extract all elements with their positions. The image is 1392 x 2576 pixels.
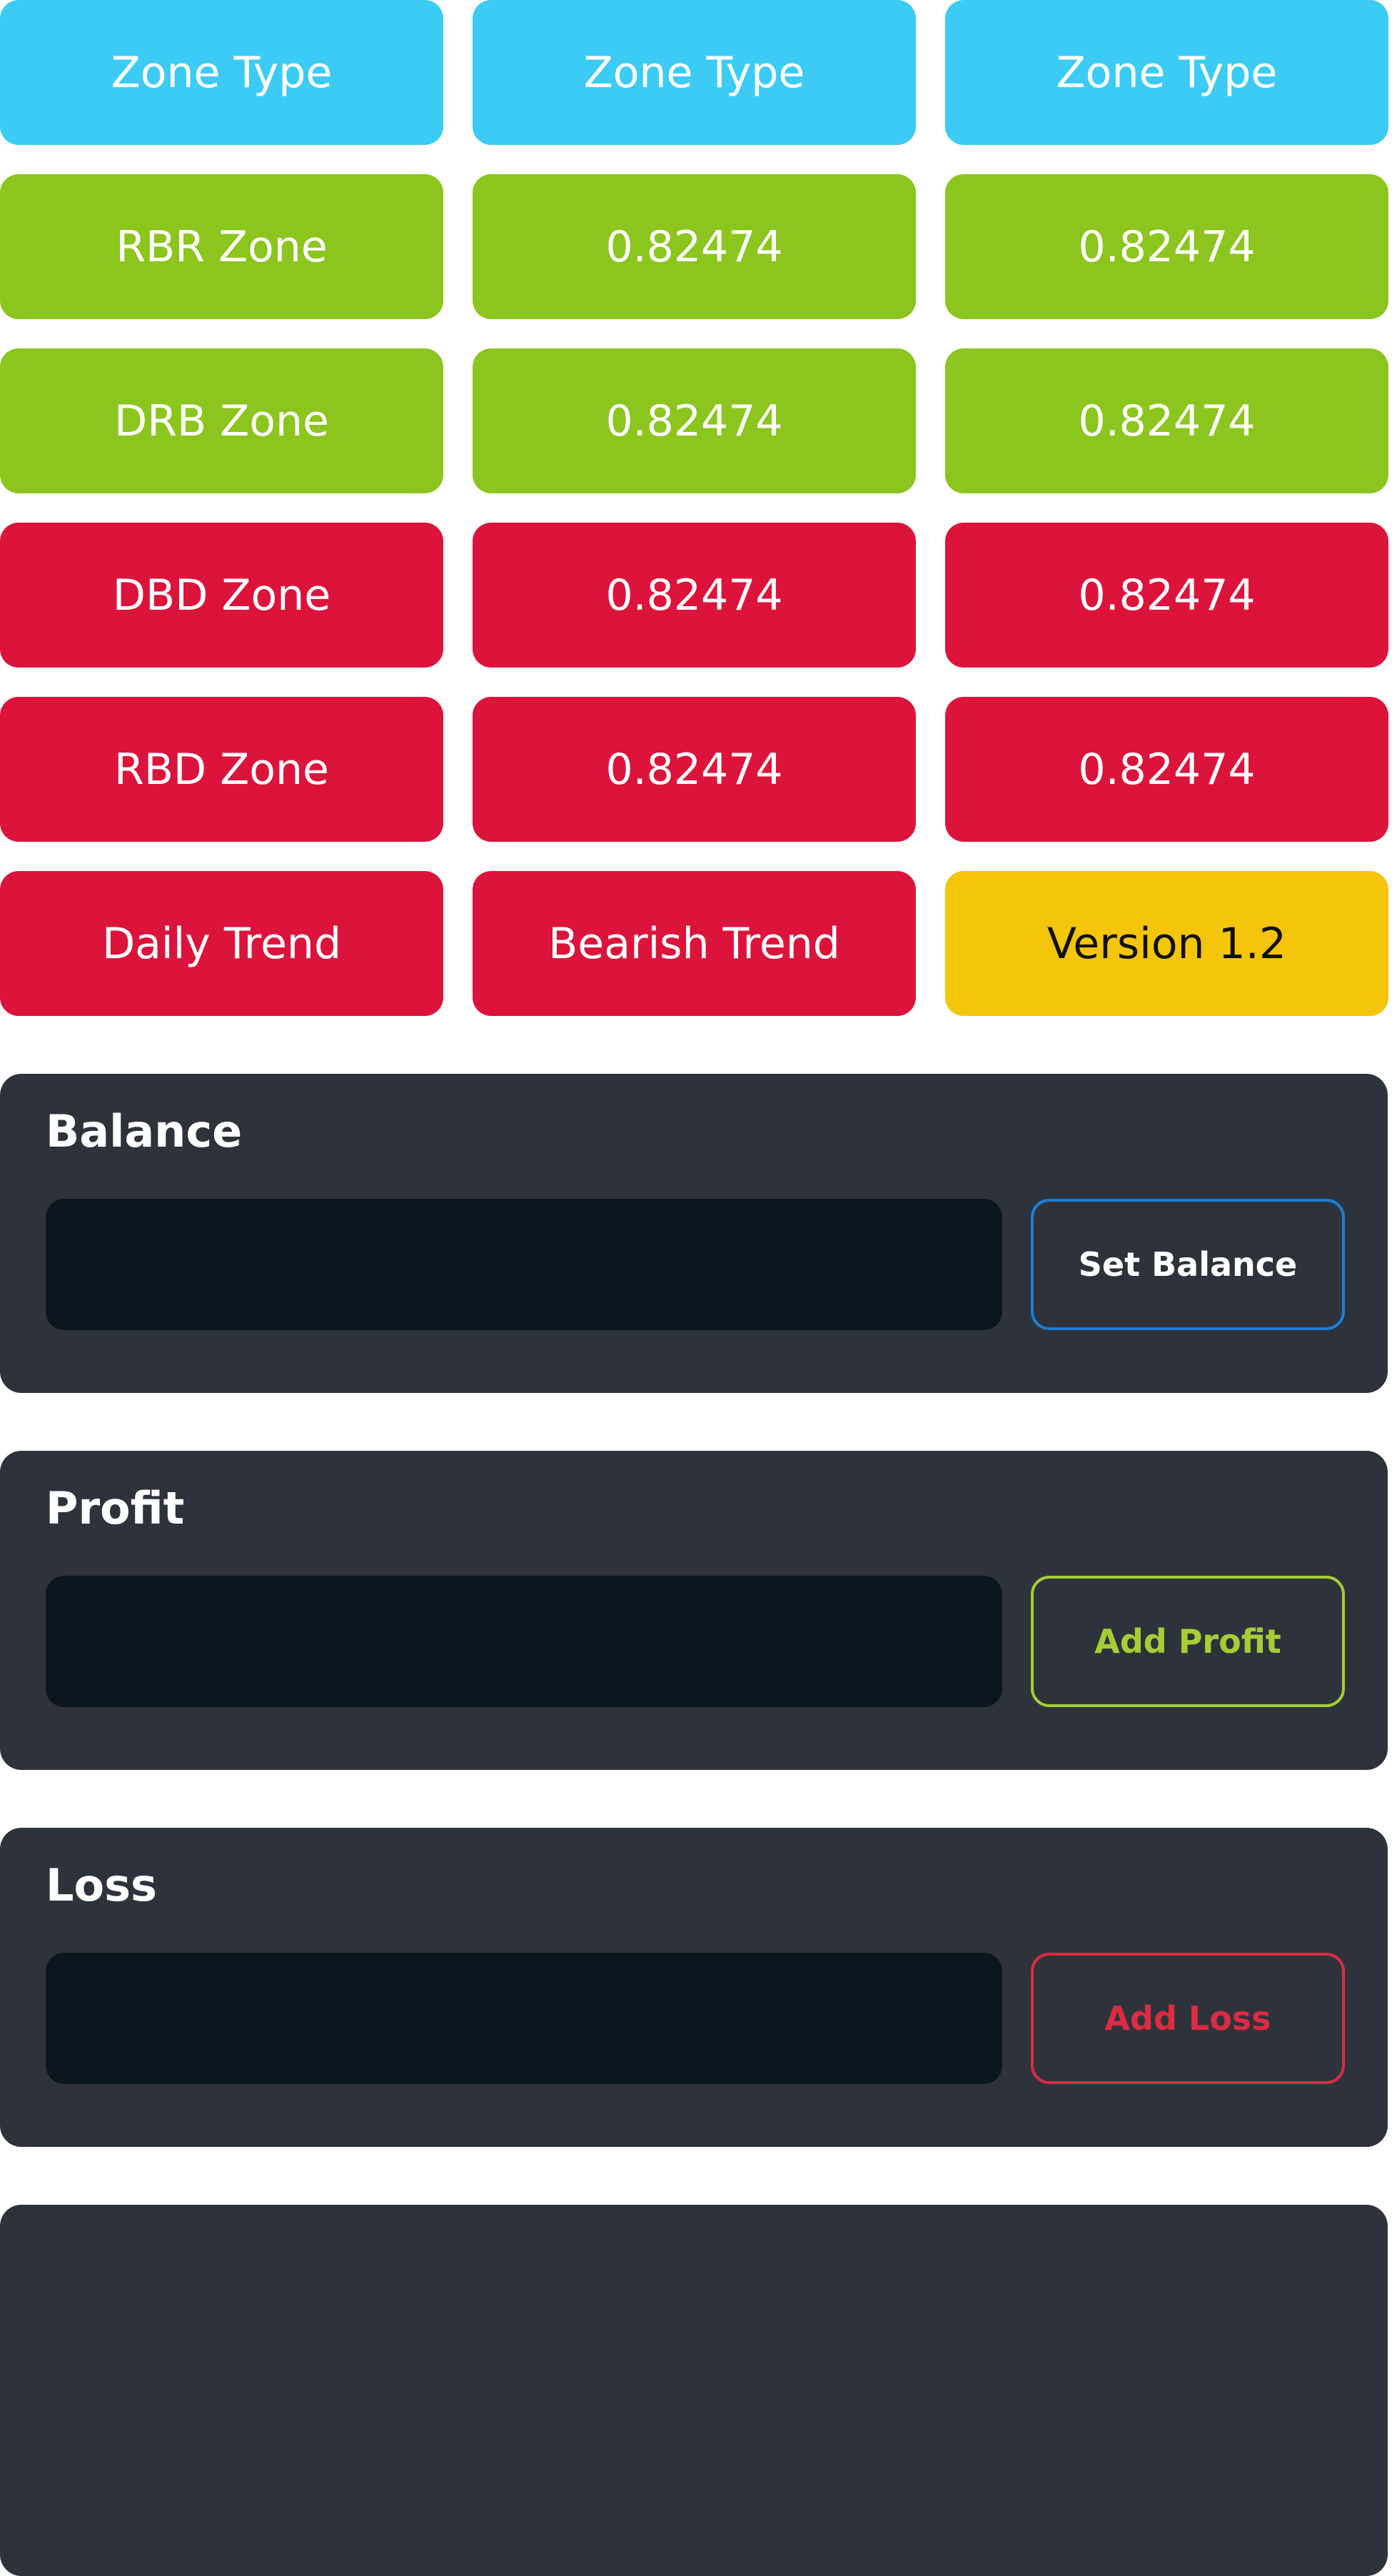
loss-title: Loss — [46, 1859, 157, 1911]
version-badge: Version 1.2 — [945, 871, 1388, 1016]
output-panel — [0, 2205, 1388, 2576]
profit-panel: Profit Add Profit — [0, 1451, 1388, 1770]
zone-name-rbd: RBD Zone — [0, 697, 443, 842]
zone-value: 0.82474 — [473, 523, 916, 668]
zone-value: 0.82474 — [945, 348, 1388, 493]
zone-value: 0.82474 — [473, 174, 916, 319]
zone-type-header: Zone Type — [473, 0, 916, 145]
zone-value: 0.82474 — [473, 697, 916, 842]
trend-value-badge: Bearish Trend — [473, 871, 916, 1016]
zone-name-drb: DRB Zone — [0, 348, 443, 493]
zone-name-dbd: DBD Zone — [0, 523, 443, 668]
profit-title: Profit — [46, 1482, 185, 1534]
loss-input[interactable] — [46, 1953, 1002, 2084]
zone-value: 0.82474 — [945, 174, 1388, 319]
set-balance-button[interactable]: Set Balance — [1031, 1199, 1345, 1330]
profit-input[interactable] — [46, 1576, 1002, 1707]
zone-name-rbr: RBR Zone — [0, 174, 443, 319]
zone-value: 0.82474 — [945, 523, 1388, 668]
balance-input[interactable] — [46, 1199, 1002, 1330]
zone-value: 0.82474 — [945, 697, 1388, 842]
balance-panel: Balance Set Balance — [0, 1074, 1388, 1393]
loss-panel: Loss Add Loss — [0, 1828, 1388, 2147]
daily-trend-label: Daily Trend — [0, 871, 443, 1016]
zone-type-header: Zone Type — [945, 0, 1388, 145]
zone-value: 0.82474 — [473, 348, 916, 493]
add-loss-button[interactable]: Add Loss — [1031, 1953, 1345, 2084]
balance-title: Balance — [46, 1105, 243, 1157]
zone-type-header: Zone Type — [0, 0, 443, 145]
add-profit-button[interactable]: Add Profit — [1031, 1576, 1345, 1707]
